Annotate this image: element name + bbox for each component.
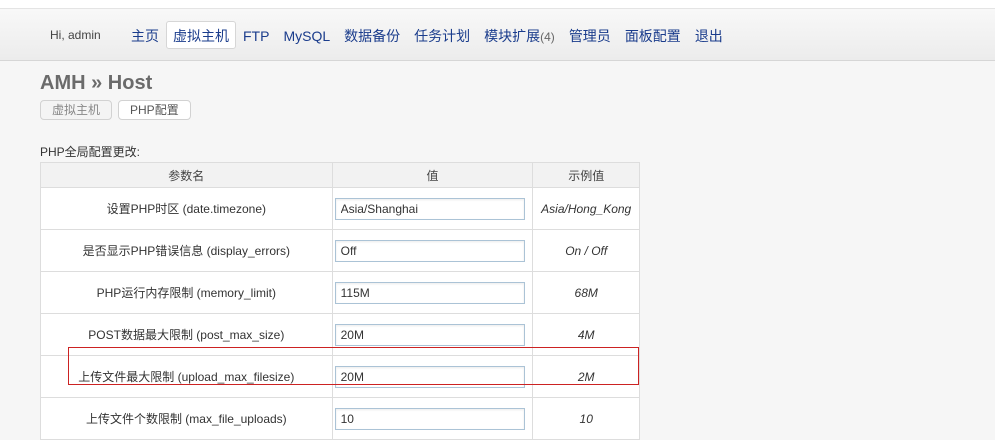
sub-tabs: 虚拟主机 PHP配置 xyxy=(40,100,197,120)
php-config-table: 参数名 值 示例值 设置PHP时区 (date.timezone) Asia/H… xyxy=(40,162,640,440)
table-header-row: 参数名 值 示例值 xyxy=(40,162,640,188)
header-example: 示例值 xyxy=(532,162,640,188)
top-strip xyxy=(0,0,995,9)
header-param-name: 参数名 xyxy=(40,162,333,188)
table-row: POST数据最大限制 (post_max_size) 4M xyxy=(40,313,640,356)
top-bar: Hi, admin 主页 虚拟主机 FTP MySQL 数据备份 任务计划 模块… xyxy=(0,0,995,61)
example-value: 4M xyxy=(532,313,640,356)
nav-item-logout[interactable]: 退出 xyxy=(688,21,730,49)
nav-item-panel-config[interactable]: 面板配置 xyxy=(618,21,688,49)
param-name: 上传文件个数限制 (max_file_uploads) xyxy=(40,397,333,440)
display-errors-input[interactable] xyxy=(334,239,525,262)
memory-limit-input[interactable] xyxy=(334,281,525,304)
table-row: 上传文件个数限制 (max_file_uploads) 10 xyxy=(40,397,640,440)
main-nav: 主页 虚拟主机 FTP MySQL 数据备份 任务计划 模块扩展(4) 管理员 … xyxy=(124,21,730,49)
nav-item-backup[interactable]: 数据备份 xyxy=(337,21,407,49)
param-name: PHP运行内存限制 (memory_limit) xyxy=(40,271,333,314)
subtab-php-config[interactable]: PHP配置 xyxy=(118,100,191,120)
nav-item-tasks[interactable]: 任务计划 xyxy=(407,21,477,49)
param-name: POST数据最大限制 (post_max_size) xyxy=(40,313,333,356)
user-greeting: Hi, admin xyxy=(50,28,101,42)
example-value: Asia/Hong_Kong xyxy=(532,187,640,230)
table-row: PHP运行内存限制 (memory_limit) 68M xyxy=(40,271,640,314)
example-value: 68M xyxy=(532,271,640,314)
post-max-size-input[interactable] xyxy=(334,323,525,346)
modules-count-badge: (4) xyxy=(540,30,555,44)
example-value: 10 xyxy=(532,397,640,440)
nav-item-admin[interactable]: 管理员 xyxy=(562,21,618,49)
param-name: 上传文件最大限制 (upload_max_filesize) xyxy=(40,355,333,398)
nav-item-modules[interactable]: 模块扩展(4) xyxy=(477,21,562,49)
table-row: 设置PHP时区 (date.timezone) Asia/Hong_Kong xyxy=(40,187,640,230)
param-name: 设置PHP时区 (date.timezone) xyxy=(40,187,333,230)
subtab-virtual-host[interactable]: 虚拟主机 xyxy=(40,100,113,120)
nav-item-home[interactable]: 主页 xyxy=(124,21,166,49)
nav-item-mysql[interactable]: MySQL xyxy=(276,21,337,49)
upload-max-filesize-input[interactable] xyxy=(334,365,525,388)
nav-item-virtual-host[interactable]: 虚拟主机 xyxy=(166,21,236,49)
example-value: On / Off xyxy=(532,229,640,272)
timezone-input[interactable] xyxy=(334,197,525,220)
nav-item-modules-label: 模块扩展 xyxy=(484,28,541,44)
example-value: 2M xyxy=(532,355,640,398)
table-row: 上传文件最大限制 (upload_max_filesize) 2M xyxy=(40,355,640,398)
table-row: 是否显示PHP错误信息 (display_errors) On / Off xyxy=(40,229,640,272)
nav-item-ftp[interactable]: FTP xyxy=(236,21,276,49)
max-file-uploads-input[interactable] xyxy=(334,407,525,430)
page-title: AMH » Host xyxy=(40,72,153,94)
section-label: PHP全局配置更改: xyxy=(40,145,141,159)
param-name: 是否显示PHP错误信息 (display_errors) xyxy=(40,229,333,272)
header-value: 值 xyxy=(331,162,534,188)
